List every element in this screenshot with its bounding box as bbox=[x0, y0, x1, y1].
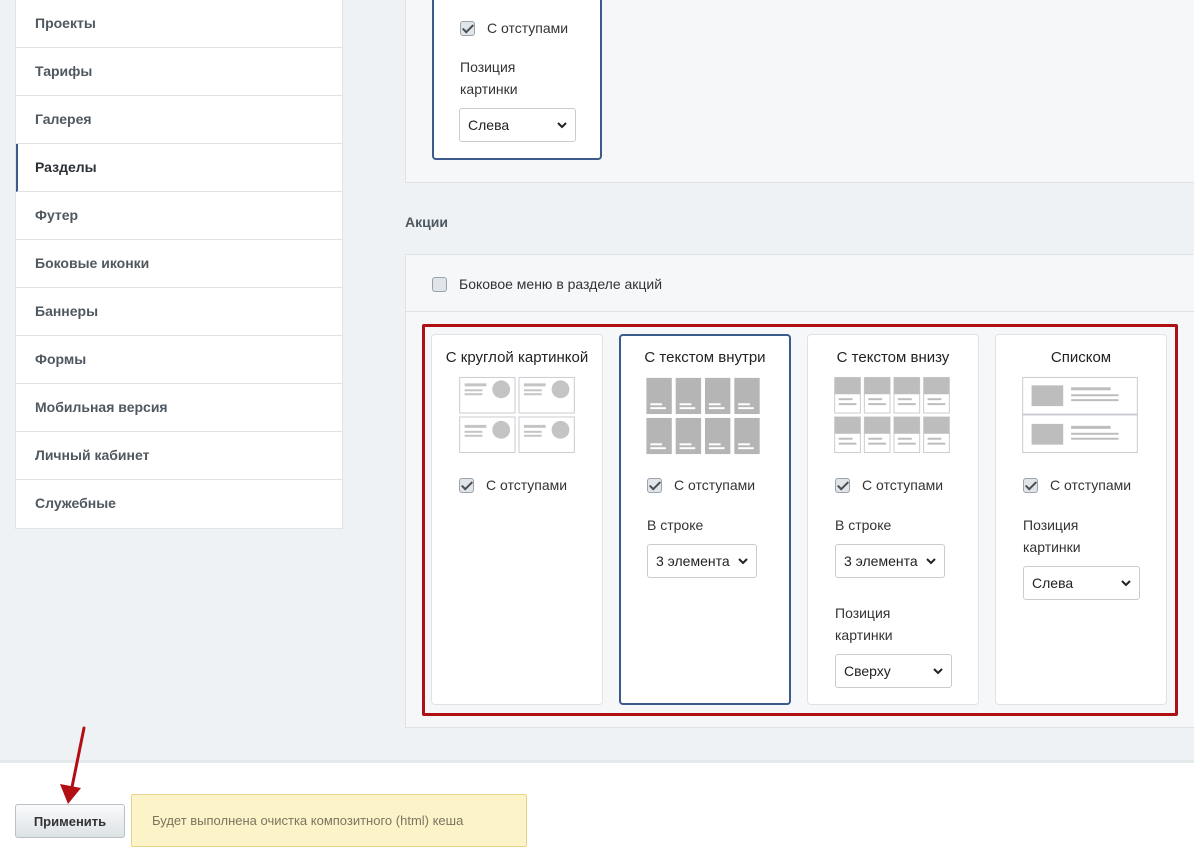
side-menu-row: Боковое меню в разделе акций bbox=[405, 254, 1194, 312]
checkbox-icon[interactable] bbox=[647, 477, 662, 493]
sidebar-item-account[interactable]: Личный кабинет bbox=[16, 432, 342, 480]
sidebar-item-banners[interactable]: Баннеры bbox=[16, 288, 342, 336]
sidebar-item-forms[interactable]: Формы bbox=[16, 336, 342, 384]
layout-card-text-below[interactable]: С текстом внизу С отступами В строке 3 э… bbox=[807, 334, 979, 705]
select-value: Сверху bbox=[844, 663, 891, 679]
sidebar-item-footer[interactable]: Футер bbox=[16, 192, 342, 240]
padding-checkbox[interactable]: С отступами bbox=[835, 477, 943, 493]
sidebar-item-side-icons[interactable]: Боковые иконки bbox=[16, 240, 342, 288]
chevron-down-icon bbox=[933, 668, 943, 675]
side-menu-label: Боковое меню в разделе акций bbox=[459, 276, 663, 292]
settings-sidebar: Проекты Тарифы Галерея Разделы Футер Бок… bbox=[15, 0, 343, 529]
layout-card-text-inside[interactable]: С текстом внутри С отступами В строке 3 … bbox=[619, 334, 791, 705]
chevron-down-icon bbox=[738, 558, 748, 565]
select-value: Слева bbox=[1032, 575, 1074, 591]
section-title: Акции bbox=[405, 214, 448, 230]
image-position-label: Позиция картинки bbox=[835, 605, 893, 643]
row-count-label: В строке bbox=[647, 517, 704, 533]
row-count-select[interactable]: 3 элемента bbox=[835, 544, 945, 578]
card-title: С текстом внизу bbox=[836, 349, 950, 366]
padding-label: С отступами bbox=[674, 477, 756, 493]
padding-checkbox[interactable]: С отступами bbox=[460, 20, 568, 36]
padding-label: С отступами bbox=[486, 477, 568, 493]
sidebar-item-mobile[interactable]: Мобильная версия bbox=[16, 384, 342, 432]
sidebar-item-tariffs[interactable]: Тарифы bbox=[16, 48, 342, 96]
checkbox-icon[interactable] bbox=[459, 477, 474, 493]
round-image-layout-icon bbox=[459, 376, 575, 454]
side-menu-checkbox[interactable]: Боковое меню в разделе акций bbox=[432, 255, 1194, 313]
chevron-down-icon bbox=[926, 558, 936, 565]
sidebar-item-gallery[interactable]: Галерея bbox=[16, 96, 342, 144]
sidebar-item-service[interactable]: Служебные bbox=[16, 480, 342, 528]
image-position-label: Позиция картинки bbox=[1023, 517, 1081, 555]
select-value: Слева bbox=[468, 117, 510, 133]
layout-card-round-image[interactable]: С круглой картинкой С отступами bbox=[431, 334, 603, 705]
list-layout-icon bbox=[1022, 376, 1138, 454]
padding-label: С отступами bbox=[1050, 477, 1132, 493]
checkbox-icon[interactable] bbox=[835, 477, 850, 493]
text-inside-layout-icon bbox=[646, 377, 760, 455]
checkbox-icon[interactable] bbox=[432, 276, 447, 292]
padding-label: С отступами bbox=[487, 20, 569, 36]
card-title: С круглой картинкой bbox=[445, 349, 589, 366]
cache-notice: Будет выполнена очистка композитного (ht… bbox=[131, 794, 527, 847]
select-value: 3 элемента bbox=[656, 553, 730, 569]
chevron-down-icon bbox=[557, 122, 567, 129]
text-below-layout-icon bbox=[834, 376, 950, 454]
card-title: Списком bbox=[1050, 349, 1112, 366]
select-value: 3 элемента bbox=[844, 553, 918, 569]
padding-checkbox[interactable]: С отступами bbox=[459, 477, 567, 493]
sidebar-item-projects[interactable]: Проекты bbox=[16, 0, 342, 48]
card-title: С текстом внутри bbox=[644, 349, 766, 366]
image-position-select[interactable]: Сверху bbox=[835, 654, 952, 688]
sidebar-item-sections[interactable]: Разделы bbox=[16, 144, 342, 192]
checkbox-icon[interactable] bbox=[1023, 477, 1038, 493]
padding-label: С отступами bbox=[862, 477, 944, 493]
padding-checkbox[interactable]: С отступами bbox=[647, 477, 755, 493]
checkbox-icon[interactable] bbox=[460, 20, 475, 36]
previous-section-selected-card[interactable]: С отступами Позиция картинки Слева bbox=[432, 0, 602, 160]
layout-card-list[interactable]: Списком С отступами Позиция картинки Сле… bbox=[995, 334, 1167, 705]
annotation-arrow-icon bbox=[60, 726, 86, 804]
image-position-select[interactable]: Слева bbox=[1023, 566, 1140, 600]
chevron-down-icon bbox=[1121, 580, 1131, 587]
row-count-label: В строке bbox=[835, 517, 892, 533]
row-count-select[interactable]: 3 элемента bbox=[647, 544, 757, 578]
image-position-label: Позиция картинки bbox=[460, 59, 518, 97]
padding-checkbox[interactable]: С отступами bbox=[1023, 477, 1131, 493]
image-position-select[interactable]: Слева bbox=[459, 108, 576, 142]
